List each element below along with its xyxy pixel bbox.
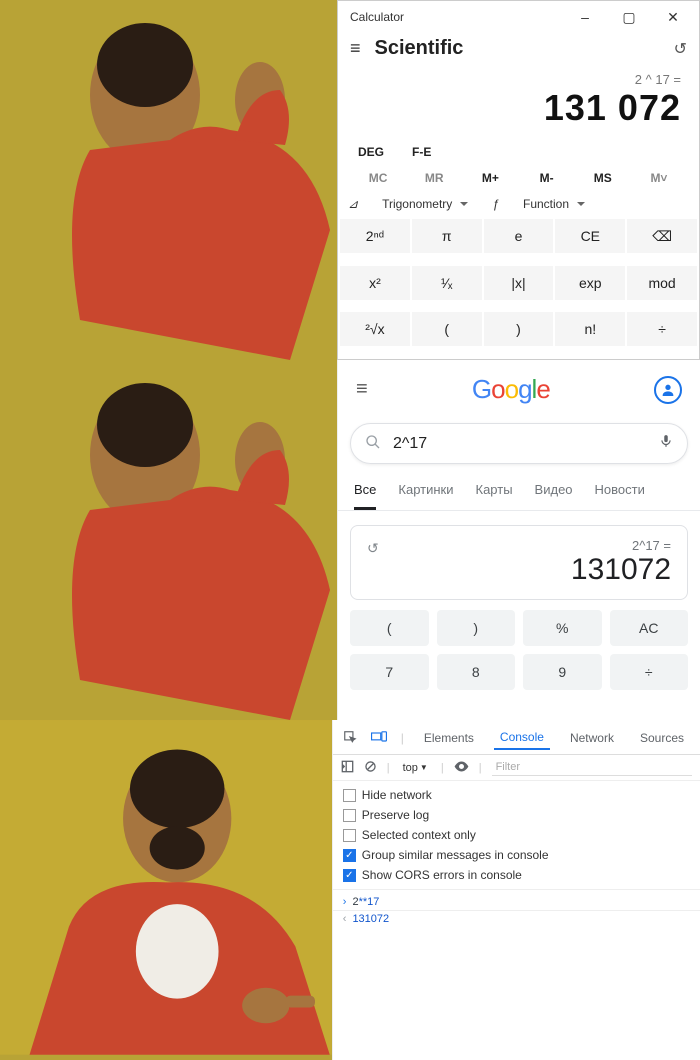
key-divide[interactable]: ÷ <box>627 312 697 346</box>
tab-all[interactable]: Все <box>354 482 376 510</box>
console-result: 131072 <box>352 913 389 925</box>
clear-console-icon[interactable] <box>364 760 377 776</box>
key-2nd[interactable]: 2ⁿᵈ <box>340 219 410 253</box>
minimize-button[interactable]: – <box>563 1 607 33</box>
sidebar-toggle-icon[interactable] <box>341 760 354 776</box>
devtools-panel: | Elements Console Network Sources | top… <box>332 720 700 1060</box>
search-bar[interactable] <box>350 423 688 464</box>
inspect-icon[interactable] <box>343 730 357 747</box>
angle-icon: ⊿ <box>348 197 358 211</box>
tab-network[interactable]: Network <box>564 727 620 749</box>
google-calc-result: 131072 <box>379 553 671 587</box>
gcalc-7[interactable]: 7 <box>350 654 429 690</box>
console-input-line: 2**17 <box>352 896 379 908</box>
function-dropdown[interactable]: Function <box>523 197 585 211</box>
deg-toggle[interactable]: DEG <box>358 145 384 159</box>
gcalc-div[interactable]: ÷ <box>610 654 689 690</box>
gcalc-lparen[interactable]: ( <box>350 610 429 646</box>
key-abs[interactable]: |x| <box>484 266 554 300</box>
check-cors-errors[interactable]: ✓Show CORS errors in console <box>343 865 690 885</box>
search-icon <box>365 434 381 454</box>
calculator-equation: 2 ^ 17 = <box>338 68 699 87</box>
key-exp[interactable]: exp <box>555 266 625 300</box>
close-button[interactable]: ✕ <box>651 1 695 33</box>
memory-mc[interactable]: MC <box>350 171 406 185</box>
tab-sources[interactable]: Sources <box>634 727 690 749</box>
eye-icon[interactable] <box>454 761 469 775</box>
device-toggle-icon[interactable] <box>371 730 387 747</box>
key-e[interactable]: e <box>484 219 554 253</box>
memory-mdrop[interactable]: M˅ <box>631 171 687 185</box>
return-icon: ‹ <box>343 913 347 925</box>
gcalc-percent[interactable]: % <box>523 610 602 646</box>
meme-drake-approve <box>0 720 332 1060</box>
memory-mr[interactable]: MR <box>406 171 462 185</box>
key-mod[interactable]: mod <box>627 266 697 300</box>
key-backspace[interactable]: ⌫ <box>627 219 697 253</box>
calculator-result: 131 072 <box>338 87 699 137</box>
trigonometry-dropdown[interactable]: Trigonometry <box>382 197 468 211</box>
context-selector[interactable]: top▼ <box>400 760 431 776</box>
key-ce[interactable]: CE <box>555 219 625 253</box>
memory-mminus[interactable]: M- <box>519 171 575 185</box>
tab-images[interactable]: Картинки <box>398 482 453 510</box>
maximize-button[interactable]: ▢ <box>607 1 651 33</box>
check-hide-network[interactable]: Hide network <box>343 785 690 805</box>
account-icon[interactable] <box>654 376 682 404</box>
tab-news[interactable]: Новости <box>595 482 645 510</box>
google-logo[interactable]: Google <box>472 374 550 405</box>
menu-icon[interactable]: ≡ <box>356 378 368 401</box>
key-pi[interactable]: π <box>412 219 482 253</box>
history-icon[interactable]: ↺ <box>367 538 379 557</box>
console-output[interactable]: › 2**17 ‹ 131072 <box>333 890 700 931</box>
tab-video[interactable]: Видео <box>535 482 573 510</box>
history-icon[interactable]: ↺ <box>674 39 687 59</box>
search-input[interactable] <box>393 435 659 453</box>
tab-elements[interactable]: Elements <box>418 727 480 749</box>
meme-drake-reject-2 <box>0 360 337 720</box>
calculator-mode: Scientific <box>375 37 674 60</box>
memory-ms[interactable]: MS <box>575 171 631 185</box>
key-sqrt[interactable]: ²√x <box>340 312 410 346</box>
key-xsq[interactable]: x² <box>340 266 410 300</box>
gcalc-8[interactable]: 8 <box>437 654 516 690</box>
tab-console[interactable]: Console <box>494 726 550 750</box>
mic-icon[interactable] <box>659 432 673 455</box>
menu-icon[interactable]: ≡ <box>350 38 361 59</box>
key-factorial[interactable]: n! <box>555 312 625 346</box>
prompt-icon: › <box>343 896 347 908</box>
check-preserve-log[interactable]: Preserve log <box>343 805 690 825</box>
function-f-icon: ƒ <box>492 197 499 211</box>
google-calculator-card: ↺ 2^17 = 131072 <box>350 525 688 600</box>
key-lparen[interactable]: ( <box>412 312 482 346</box>
meme-drake-reject-1 <box>0 0 337 360</box>
check-group-similar[interactable]: ✓Group similar messages in console <box>343 845 690 865</box>
google-calc-equation: 2^17 = <box>379 538 671 553</box>
memory-mplus[interactable]: M+ <box>462 171 518 185</box>
key-inv[interactable]: ¹⁄ₓ <box>412 266 482 300</box>
calculator-window: Calculator – ▢ ✕ ≡ Scientific ↺ 2 ^ 17 =… <box>337 0 700 360</box>
gcalc-9[interactable]: 9 <box>523 654 602 690</box>
window-title: Calculator <box>350 10 404 24</box>
gcalc-ac[interactable]: AC <box>610 610 689 646</box>
gcalc-rparen[interactable]: ) <box>437 610 516 646</box>
google-search-panel: ≡ Google Все Картинки Карты Видео Новост… <box>337 360 700 720</box>
fe-toggle[interactable]: F-E <box>412 145 431 159</box>
key-rparen[interactable]: ) <box>484 312 554 346</box>
filter-input[interactable] <box>492 759 692 776</box>
check-selected-context[interactable]: Selected context only <box>343 825 690 845</box>
tab-maps[interactable]: Карты <box>476 482 513 510</box>
